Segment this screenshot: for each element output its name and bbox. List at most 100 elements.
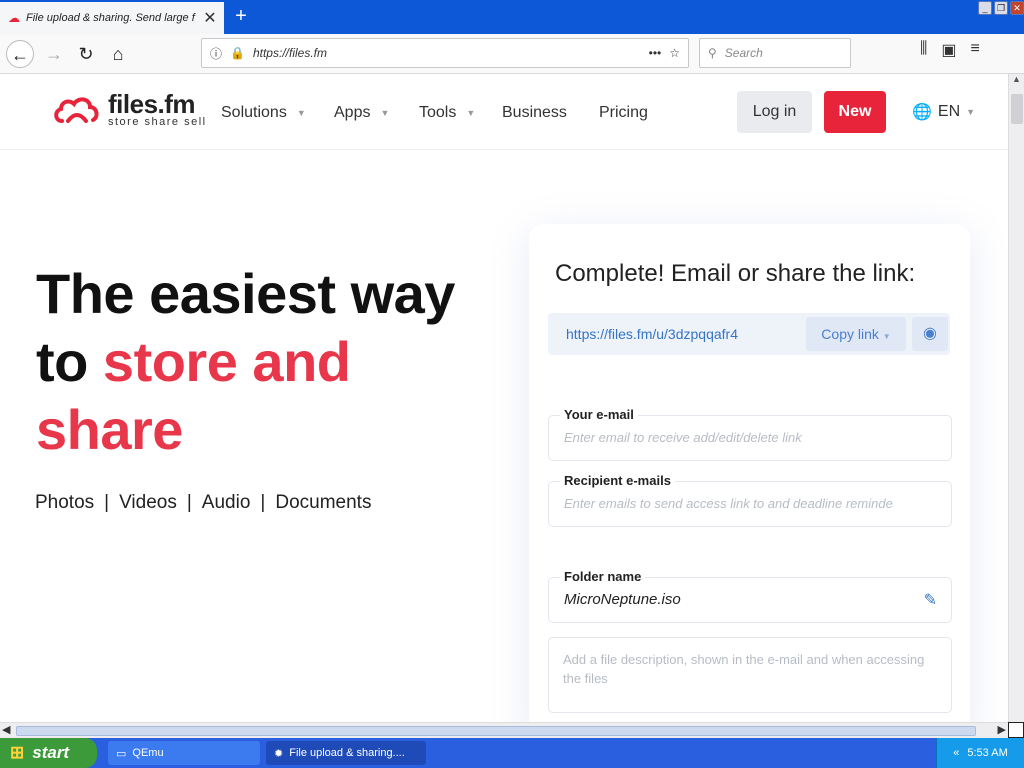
scroll-left-arrow-icon[interactable]: ◀: [2, 723, 10, 736]
nav-business[interactable]: Business: [502, 104, 567, 122]
category-photos: Photos: [35, 492, 95, 513]
logo-name: files.fm: [108, 89, 196, 119]
share-card: Complete! Email or share the link: https…: [529, 224, 970, 722]
browser-toolbar: ← → ↻ ⌂ ⓘ 🔒 https://files.fm ••• ☆ ⚲ Sea…: [0, 34, 1024, 74]
chevron-down-icon: ▼: [380, 108, 390, 118]
browser-tab-strip: ☁ File upload & sharing. Send large f ✕ …: [0, 0, 1024, 34]
hero-line-2: to store and: [36, 328, 455, 396]
description-textarea[interactable]: Add a file description, shown in the e-m…: [548, 637, 952, 713]
back-button[interactable]: ←: [6, 40, 34, 68]
search-input[interactable]: ⚲ Search: [699, 38, 851, 68]
window-controls: _ ❐ ✕: [978, 1, 1024, 15]
vertical-scrollbar[interactable]: ▲: [1008, 74, 1024, 722]
nav-label: Solutions: [221, 104, 287, 121]
new-tab-button[interactable]: +: [228, 4, 254, 30]
category-audio: Audio: [201, 492, 251, 513]
search-icon: ⚲: [708, 46, 717, 60]
system-tray: « 5:53 AM: [936, 738, 1024, 768]
home-button[interactable]: ⌂: [104, 40, 132, 68]
task-label: File upload & sharing....: [289, 747, 405, 759]
reload-button[interactable]: ↻: [72, 40, 100, 68]
horizontal-scrollbar[interactable]: ◀ ▶: [0, 722, 1008, 738]
tab-title: File upload & sharing. Send large f: [26, 12, 195, 24]
folder-value: MicroNeptune.iso: [564, 591, 681, 608]
category-separator: |: [186, 492, 192, 513]
copy-link-button[interactable]: Copy link ▼: [806, 317, 906, 351]
logo-tagline: store share sell: [108, 116, 207, 128]
sidebar-icon[interactable]: ▣: [941, 40, 956, 60]
category-videos: Videos: [119, 492, 177, 513]
info-icon[interactable]: ⓘ: [210, 45, 222, 62]
nav-label: Tools: [419, 104, 457, 121]
page-actions-icon[interactable]: •••: [649, 46, 662, 60]
scrollbar-corner: [1008, 722, 1024, 738]
restore-button[interactable]: ❐: [994, 1, 1008, 15]
share-link-row: https://files.fm/u/3dzpqqafr4 Copy link …: [548, 313, 950, 355]
email-placeholder: Enter email to receive add/edit/delete l…: [564, 430, 802, 445]
cloud-logo-icon: [54, 97, 99, 123]
login-button[interactable]: Log in: [737, 91, 812, 133]
scroll-up-arrow-icon[interactable]: ▲: [1009, 74, 1024, 84]
recipient-emails-field[interactable]: Recipient e-mails Enter emails to send a…: [548, 473, 952, 527]
filesfm-favicon-icon: ☁: [8, 11, 20, 25]
nav-pricing[interactable]: Pricing: [599, 104, 648, 122]
nav-label: Apps: [334, 104, 371, 121]
language-selector[interactable]: 🌐 EN ▼: [912, 102, 975, 122]
category-separator: |: [260, 492, 266, 513]
minimize-button[interactable]: _: [978, 1, 992, 15]
nav-solutions[interactable]: Solutions ▼: [221, 104, 306, 122]
globe-icon: 🌐: [912, 104, 932, 121]
tray-arrow-icon[interactable]: «: [953, 747, 959, 759]
url-text[interactable]: https://files.fm: [253, 46, 641, 60]
recipient-placeholder: Enter emails to send access link to and …: [564, 496, 893, 511]
nav-tools[interactable]: Tools ▼: [419, 104, 475, 122]
hero-categories: Photos | Videos | Audio | Documents: [35, 492, 371, 514]
vertical-scroll-thumb[interactable]: [1011, 94, 1023, 124]
folder-name-field[interactable]: Folder name MicroNeptune.iso ✎: [548, 569, 952, 623]
forward-button[interactable]: →: [40, 40, 68, 68]
nav-label: Pricing: [599, 104, 648, 121]
bookmark-star-icon[interactable]: ☆: [669, 46, 680, 60]
library-icon[interactable]: ⫼: [920, 40, 927, 60]
nav-apps[interactable]: Apps ▼: [334, 104, 389, 122]
hero-heading: The easiest way to store and share: [36, 260, 455, 464]
edit-icon[interactable]: ✎: [924, 590, 937, 610]
horizontal-scroll-thumb[interactable]: [16, 726, 976, 736]
site-header: files.fm store share sell Solutions ▼ Ap…: [0, 74, 1008, 150]
new-button[interactable]: New: [824, 91, 886, 133]
window-icon: ▭: [116, 747, 127, 760]
hero-prefix: to: [36, 330, 103, 393]
start-button[interactable]: ⊞ start: [0, 738, 97, 768]
web-page: files.fm store share sell Solutions ▼ Ap…: [0, 74, 1008, 722]
close-window-button[interactable]: ✕: [1010, 1, 1024, 15]
lock-icon: 🔒: [230, 46, 245, 60]
taskbar-item-qemu[interactable]: ▭ QEmu: [108, 741, 260, 765]
preview-eye-icon[interactable]: ◉: [912, 317, 948, 351]
nav-label: Business: [502, 104, 567, 121]
browser-tab[interactable]: ☁ File upload & sharing. Send large f ✕: [0, 2, 224, 34]
clock: 5:53 AM: [967, 747, 1008, 759]
chevron-down-icon: ▼: [966, 107, 976, 117]
start-label: start: [32, 743, 70, 762]
taskbar-item-browser[interactable]: ✹ File upload & sharing....: [266, 741, 426, 765]
folder-label: Folder name: [560, 569, 646, 584]
logo-text: files.fm store share sell: [108, 89, 207, 128]
windows-logo-icon: ⊞: [10, 743, 25, 762]
taskbar: ⊞ start ▭ QEmu ✹ File upload & sharing..…: [0, 738, 1024, 768]
recipient-label: Recipient e-mails: [560, 473, 675, 488]
hero-highlight: store and: [102, 330, 351, 393]
site-logo[interactable]: files.fm store share sell: [52, 89, 207, 128]
toolbar-icons: ⫼ ▣ ≡: [920, 40, 980, 60]
task-label: QEmu: [132, 747, 164, 759]
copy-link-label: Copy link: [821, 326, 879, 342]
email-field[interactable]: Your e-mail Enter email to receive add/e…: [548, 407, 952, 461]
hero-line-3: share: [36, 398, 183, 461]
category-documents: Documents: [275, 492, 372, 513]
share-link[interactable]: https://files.fm/u/3dzpqqafr4: [566, 326, 738, 342]
close-tab-icon[interactable]: ✕: [202, 8, 218, 28]
address-bar[interactable]: ⓘ 🔒 https://files.fm ••• ☆: [201, 38, 689, 68]
firefox-icon: ✹: [274, 747, 284, 760]
chevron-down-icon: ▼: [296, 108, 306, 118]
menu-icon[interactable]: ≡: [971, 40, 980, 60]
scroll-right-arrow-icon[interactable]: ▶: [998, 723, 1006, 736]
